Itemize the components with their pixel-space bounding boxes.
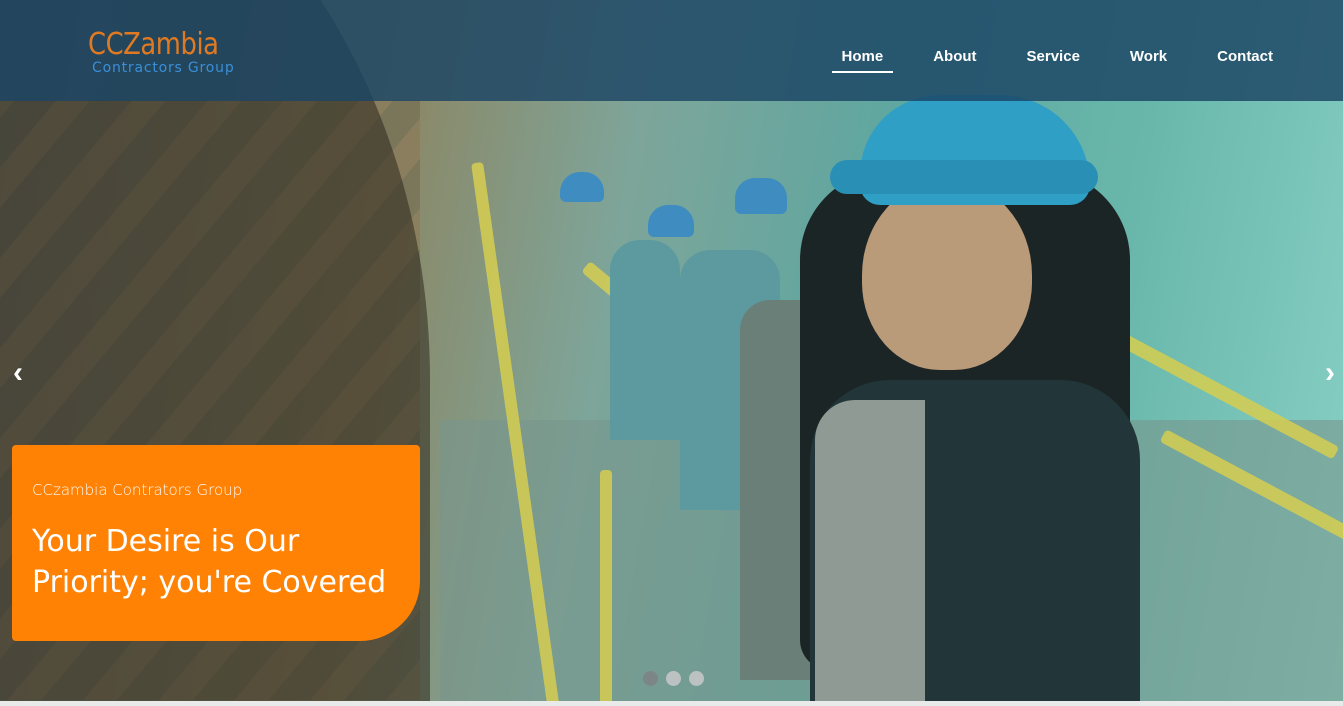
slide-indicator-1[interactable] (643, 671, 658, 686)
nav-item-work[interactable]: Work (1105, 40, 1192, 75)
nav-item-contact[interactable]: Contact (1192, 40, 1298, 75)
nav-item-service[interactable]: Service (1002, 40, 1105, 75)
caption-title: Your Desire is Our Priority; you're Cove… (32, 524, 387, 600)
slide-caption: CCzambia Contrators Group Your Desire is… (12, 445, 420, 641)
person-shirt (815, 400, 925, 701)
worker-helmet (735, 178, 787, 214)
railing (600, 470, 612, 701)
navbar: CCZambia Contractors Group Home About Se… (0, 0, 1343, 101)
logo[interactable]: CCZambia Contractors Group (88, 27, 240, 77)
chevron-left-icon[interactable]: ‹ (13, 358, 23, 388)
logo-name: CCZambia (88, 27, 219, 62)
slide-indicator-3[interactable] (689, 671, 704, 686)
background-worker (610, 240, 680, 440)
person-face (862, 180, 1032, 370)
main-nav: Home About Service Work Contact (831, 40, 1298, 75)
slider-indicators (643, 671, 704, 686)
nav-item-home[interactable]: Home (831, 40, 894, 75)
slide-indicator-2[interactable] (666, 671, 681, 686)
logo-tagline: Contractors Group (92, 60, 235, 76)
worker-helmet (648, 205, 694, 237)
chevron-right-icon[interactable]: › (1325, 358, 1335, 388)
nav-item-about[interactable]: About (908, 40, 1001, 75)
worker-helmet (560, 172, 604, 202)
caption-subtitle: CCzambia Contrators Group (32, 481, 243, 499)
helmet-brim (830, 160, 1098, 194)
